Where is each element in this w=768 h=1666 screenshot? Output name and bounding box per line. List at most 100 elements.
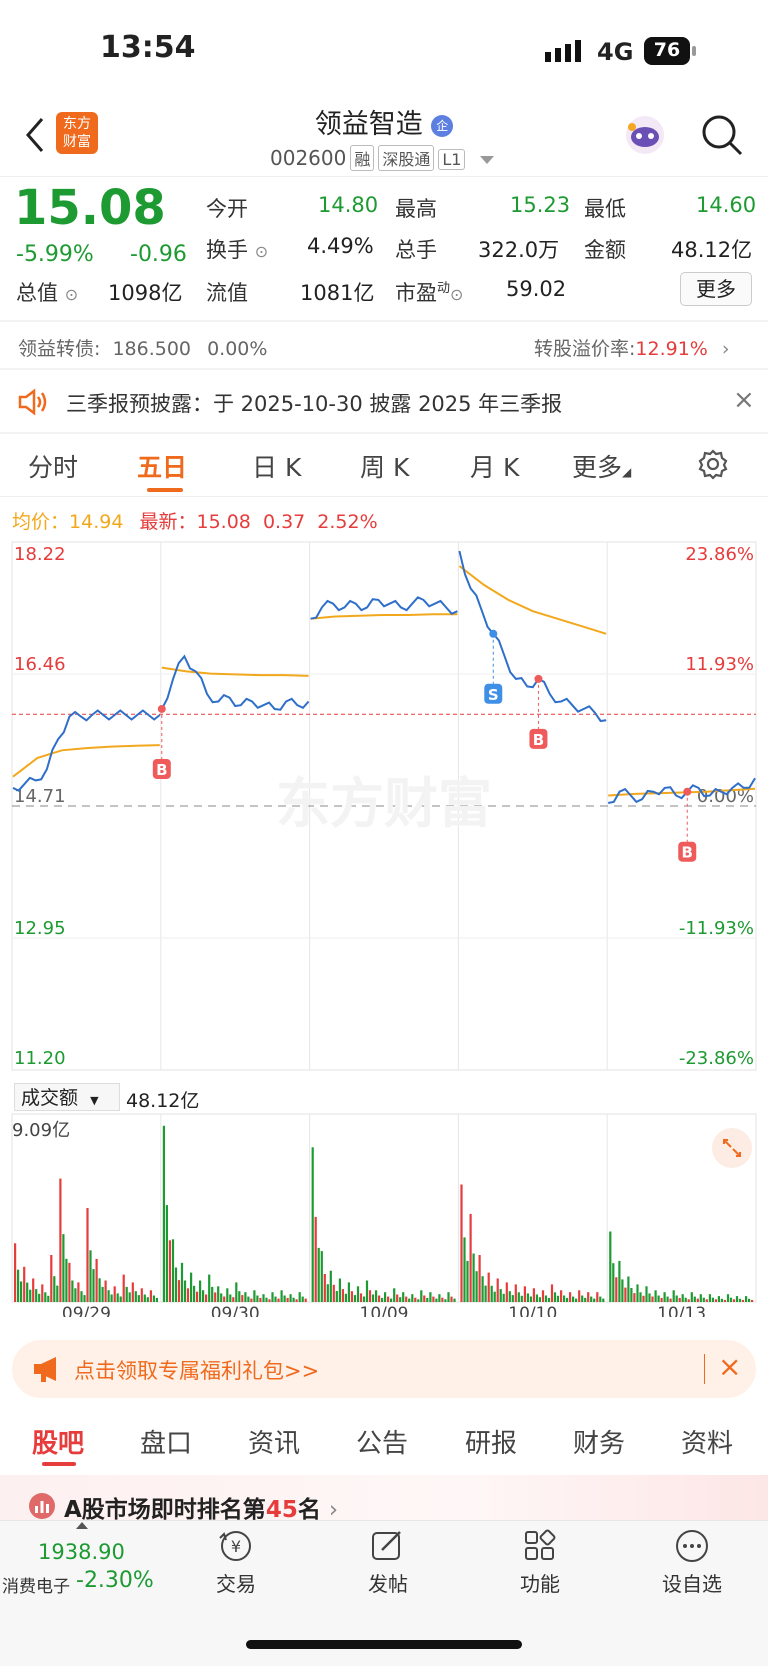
premium-label: 转股溢价率: [534,338,636,360]
high-label: 最高 [395,197,437,221]
volume-bar [50,1255,53,1302]
volume-bar [329,1270,332,1302]
sector-ticker[interactable]: 1938.90 消费电子 -2.30% [0,1522,160,1597]
volume-bar [387,1296,390,1302]
volume-selector[interactable]: 成交额 ▼ [14,1083,120,1111]
volume-bar [298,1292,301,1302]
volume-bar [590,1296,593,1302]
volume-bar [657,1295,660,1302]
volume-bar [490,1285,493,1302]
volume-bar [244,1292,247,1302]
tab-monthly-k[interactable]: 月 K [470,448,519,484]
tab-orderbook[interactable]: 盘口 [140,1423,192,1460]
volume-bar [420,1290,423,1302]
float-value: 1081亿 [300,281,375,305]
volume-bar [572,1296,575,1302]
volume-bar [171,1239,175,1302]
tab-financials[interactable]: 财务 [573,1423,625,1460]
volume-bar [238,1291,241,1302]
stock-code-row[interactable]: 002600 融深股通 L1 [270,145,494,171]
nav-add-watchlist[interactable]: 设自选 [652,1568,732,1597]
more-button[interactable]: 更多 [680,272,752,306]
volume-bar [738,1298,742,1302]
volume-bar [140,1288,143,1302]
tab-forum[interactable]: 股吧 [32,1423,84,1460]
turnover-label[interactable]: 换手 ⊙ [206,234,268,264]
tab-five-day[interactable]: 五日 [137,448,187,484]
tab-profile[interactable]: 资料 [681,1423,733,1460]
volume-bar [630,1288,633,1302]
nav-post[interactable]: 发帖 [348,1568,428,1597]
pe-label[interactable]: 市盈动⊙ [395,277,463,307]
volume-bar [107,1290,110,1302]
y-tick-left: 16.46 [14,654,66,675]
ranking-row[interactable]: A股市场即时排名第45名 › [0,1475,768,1523]
volume-bar [149,1290,152,1302]
volume-bar [347,1282,350,1302]
volume-bar [250,1298,253,1302]
battery-level: 76 [653,39,681,61]
volume-bar [247,1296,250,1302]
promo-text: 点击领取专属福利礼包>> [74,1359,320,1383]
price-chart[interactable]: 18.22 23.86%16.46 11.93%14.71 0.00%12.95 -11… [0,530,768,1090]
avg-price-line [310,613,458,620]
settings-icon[interactable] [697,448,729,484]
tab-research[interactable]: 研报 [465,1423,517,1460]
mktcap-label[interactable]: 总值 ⊙ [16,277,78,307]
tab-news[interactable]: 资讯 [248,1423,300,1460]
volume-bar [447,1292,450,1302]
post-icon[interactable] [368,1528,408,1568]
volume-bar [687,1299,690,1302]
premium-row[interactable]: 转股溢价率:12.91% › [534,334,730,361]
tab-daily-k[interactable]: 日 K [252,448,301,484]
tab-intraday[interactable]: 分时 [28,448,78,484]
volume-bar [496,1278,499,1302]
tab-more[interactable]: 更多◢ [572,448,631,484]
volume-bar [32,1278,35,1302]
volume-bar [514,1284,517,1302]
volume-bar [104,1280,107,1302]
volume-bar [596,1292,599,1302]
robot-assistant-icon[interactable] [623,113,667,161]
tab-announcements[interactable]: 公告 [356,1423,408,1460]
nav-trade[interactable]: 交易 [196,1568,276,1597]
price-line [12,709,161,792]
notice-text[interactable]: 三季报预披露：于 2025-10-30 披露 2025 年三季报 [66,388,562,418]
volume-bar [729,1297,733,1302]
volume-bar [669,1298,672,1302]
nav-functions[interactable]: 功能 [500,1568,580,1597]
functions-icon[interactable] [520,1528,560,1568]
promo-close-icon[interactable]: × [718,1350,741,1383]
volume-bar [77,1282,80,1302]
speaker-icon [17,388,49,420]
bond-row[interactable]: 领益转债: 186.500 0.00% [18,334,267,361]
price-line [458,550,607,723]
volume-bar [429,1292,432,1302]
promo-banner[interactable]: 点击领取专属福利礼包>> × [12,1340,756,1398]
volume-bar [122,1274,125,1302]
volume-bar [741,1299,745,1302]
volume-bar [553,1292,557,1302]
close-icon[interactable]: × [733,385,755,415]
volume-bar [165,1205,168,1302]
volume-bar [350,1291,353,1302]
volume-bar [262,1294,265,1302]
volume-bar [362,1296,366,1302]
bond-label: 领益转债: [18,338,101,360]
volume-bar [535,1294,538,1302]
stock-code: 002600 [270,146,347,170]
search-icon[interactable] [700,113,744,161]
sector-pct: -2.30% [76,1568,154,1593]
volume-bar [220,1293,223,1302]
trade-icon[interactable]: ¥ [216,1528,256,1568]
expand-icon[interactable] [712,1128,752,1168]
volume-bar [563,1295,566,1302]
volume-bar [615,1277,618,1302]
y-tick-left: 12.95 [14,918,66,939]
volume-bar [29,1289,32,1302]
volume-bar [602,1298,605,1302]
volume-bar [323,1274,326,1302]
more-dots-icon[interactable] [672,1528,712,1568]
volume-bar [53,1276,56,1302]
tab-weekly-k[interactable]: 周 K [360,448,409,484]
